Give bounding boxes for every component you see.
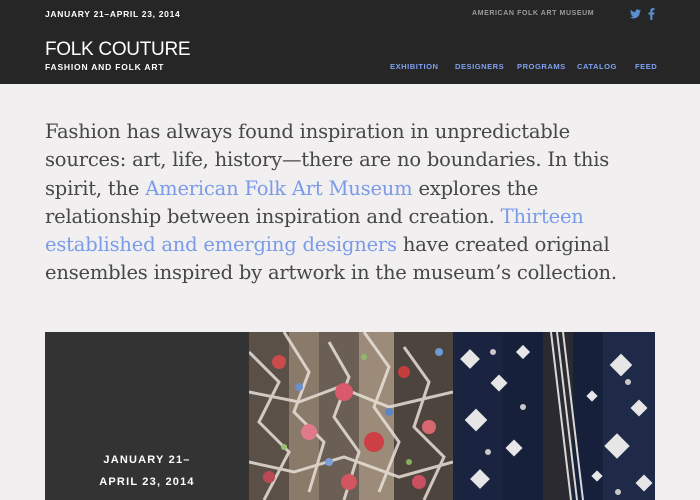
museum-link[interactable]: AMERICAN FOLK ART MUSEUM	[472, 10, 594, 17]
feature-date-line-1: JANUARY 21–	[103, 454, 191, 466]
twitter-icon[interactable]	[630, 7, 641, 21]
museum-inline-link[interactable]: American Folk Art Museum	[145, 177, 412, 200]
site-header: JANUARY 21–APRIL 23, 2014 AMERICAN FOLK …	[0, 0, 700, 84]
feature-date-panel: JANUARY 21– APRIL 23, 2014	[45, 332, 249, 500]
feature-date-line-2: APRIL 23, 2014	[99, 476, 195, 488]
nav-catalog[interactable]: Catalog	[577, 62, 617, 71]
facebook-icon[interactable]	[648, 7, 655, 21]
knit-garment-image	[453, 332, 655, 500]
nav-feed[interactable]: Feed	[635, 62, 657, 71]
site-title[interactable]: FOLK COUTURE	[45, 40, 191, 59]
header-dates: JANUARY 21–APRIL 23, 2014	[45, 9, 181, 19]
site-subtitle: FASHION AND FOLK ART	[45, 62, 165, 72]
nav-designers[interactable]: Designers	[455, 62, 504, 71]
nav-programs[interactable]: Programs	[517, 62, 566, 71]
intro-paragraph: Fashion has always found inspiration in …	[45, 118, 645, 288]
nav-exhibition[interactable]: Exhibition	[390, 62, 438, 71]
floral-garment-image	[249, 332, 453, 500]
feature-strip: JANUARY 21– APRIL 23, 2014	[45, 332, 655, 500]
